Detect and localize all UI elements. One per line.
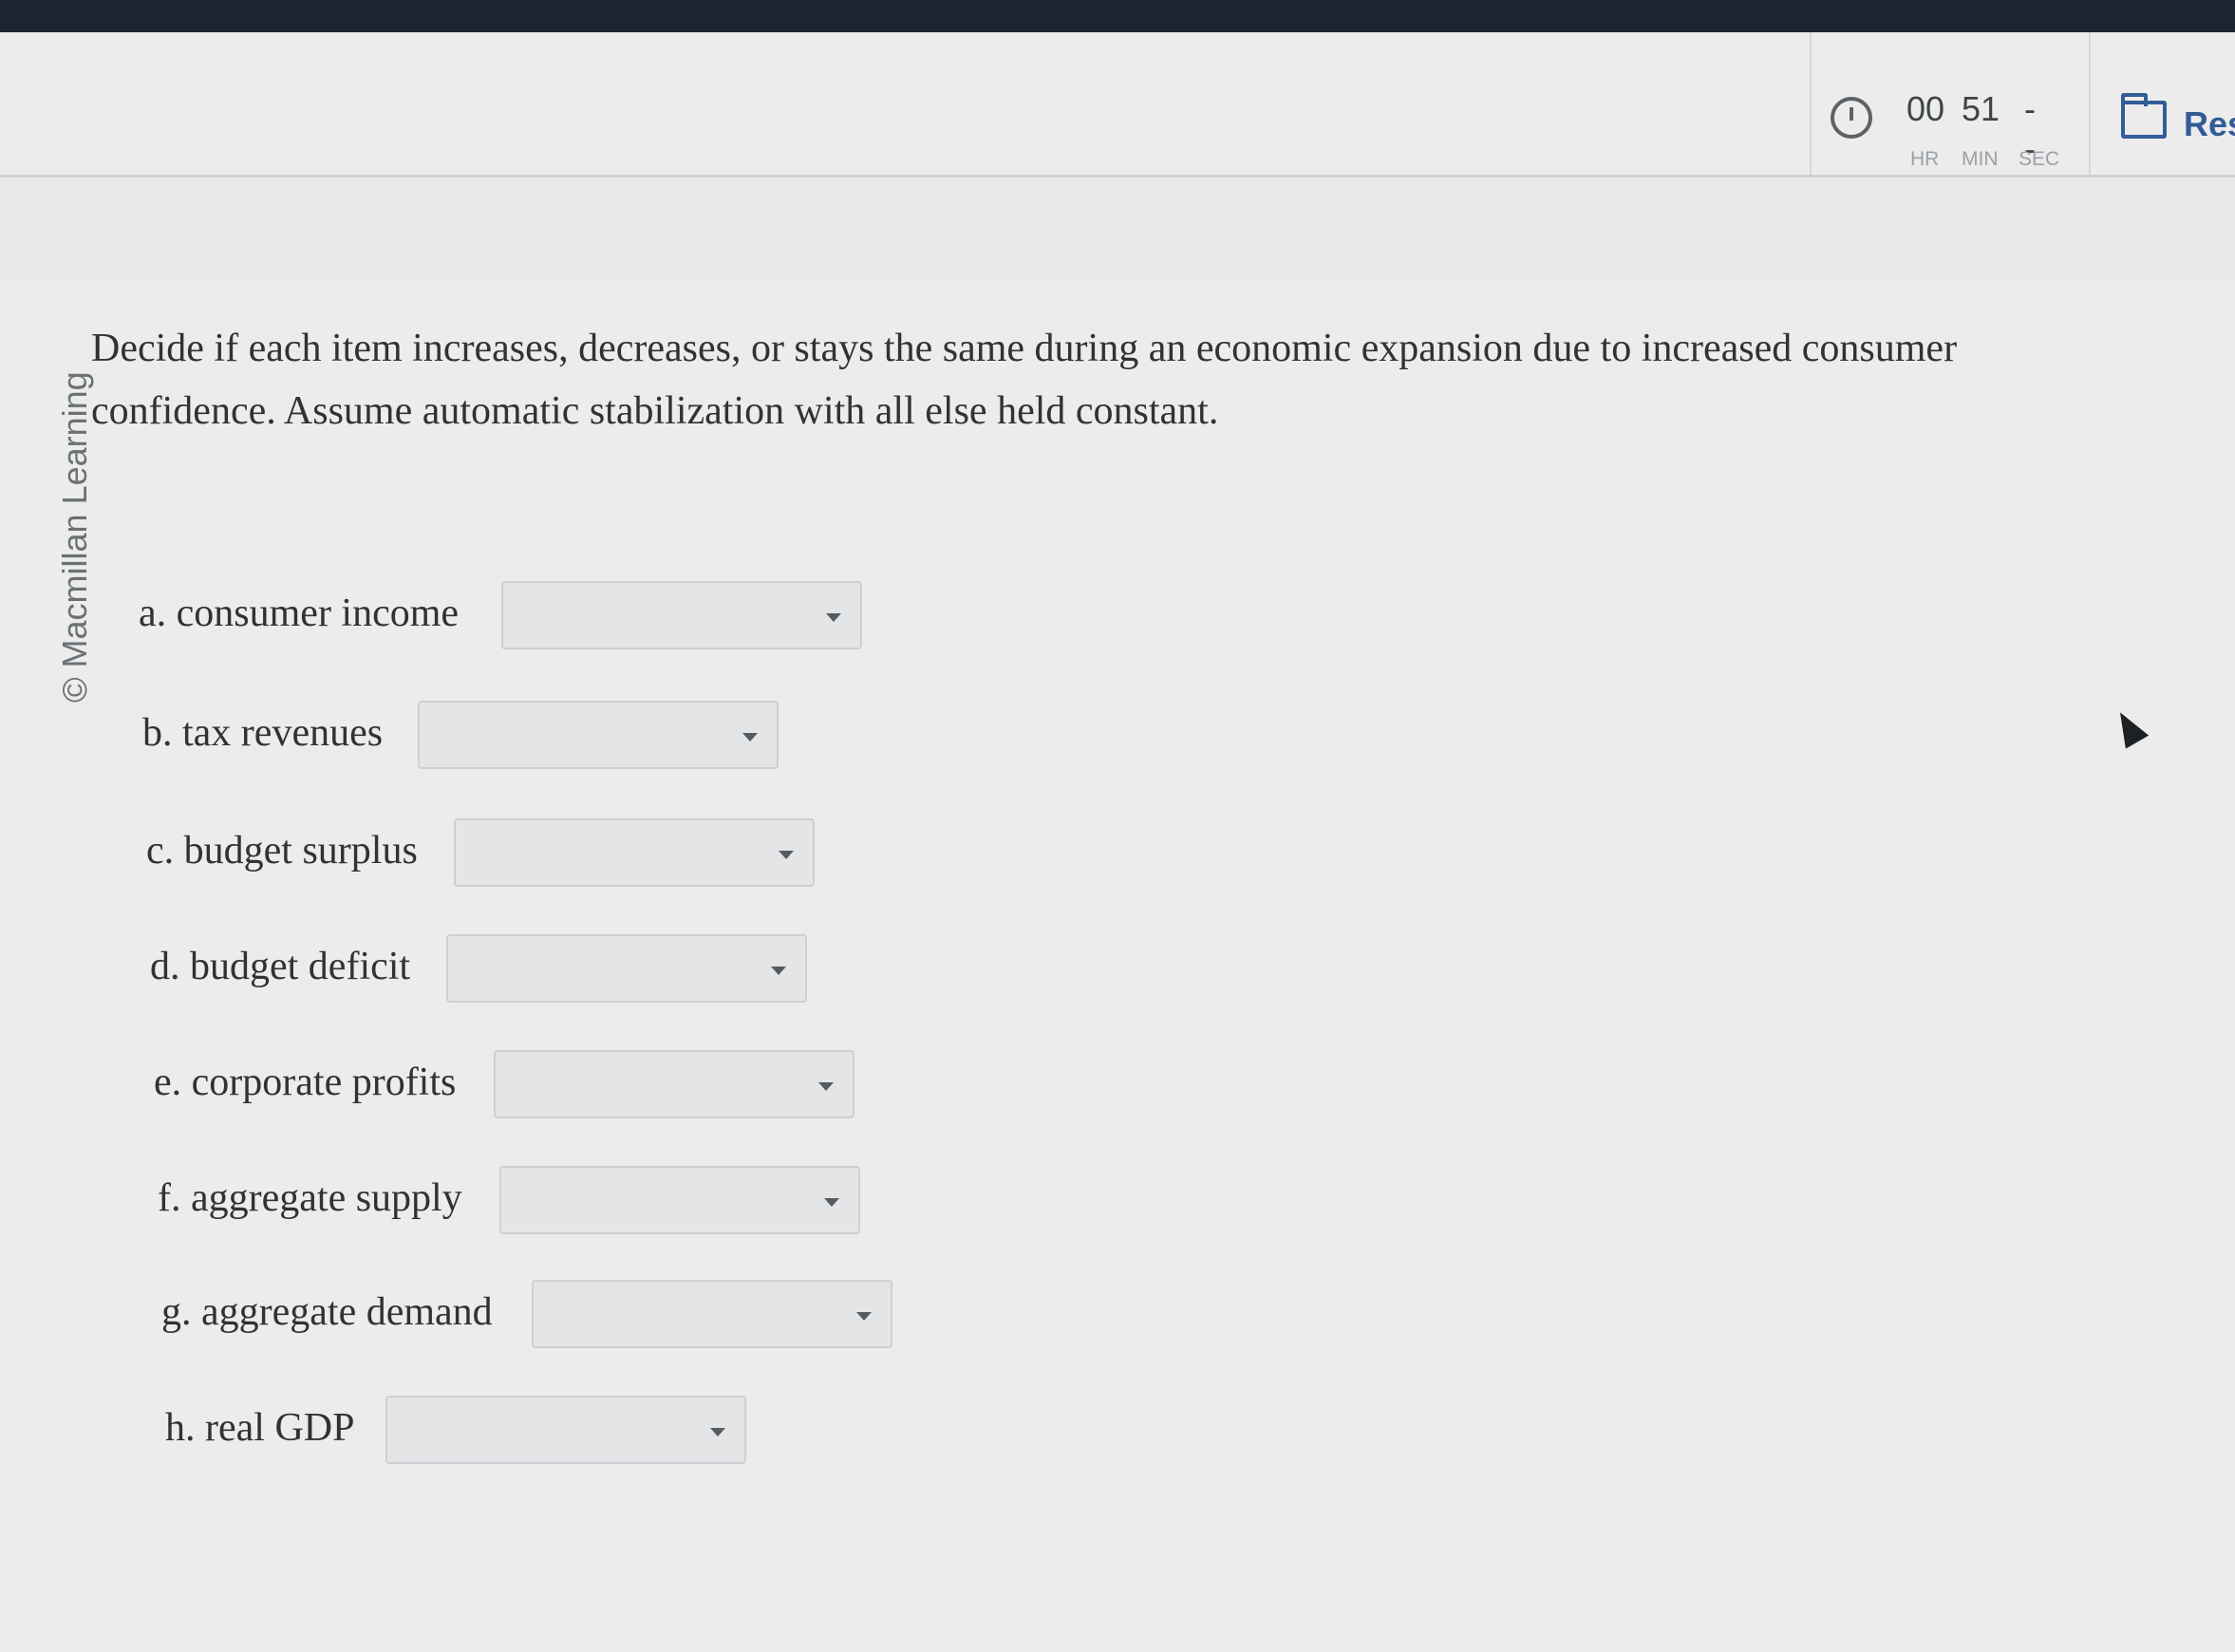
chevron-down-icon <box>824 1198 839 1207</box>
timer-minutes: 51 <box>1962 89 2000 128</box>
consumer-income-dropdown[interactable] <box>501 581 862 649</box>
item-label: f. aggregate supply <box>158 1176 462 1220</box>
chevron-down-icon <box>710 1428 725 1436</box>
item-label: h. real GDP <box>165 1406 355 1450</box>
folder-icon[interactable] <box>2121 93 2167 139</box>
question-text: Decide if each item increases, decreases… <box>91 327 1958 433</box>
item-label: b. tax revenues <box>142 711 384 755</box>
item-label: a. consumer income <box>139 591 460 635</box>
resources-link[interactable]: Res <box>2184 104 2235 144</box>
budget-surplus-dropdown[interactable] <box>454 818 815 887</box>
aggregate-supply-dropdown[interactable] <box>499 1166 860 1234</box>
window-top-band <box>0 0 2235 32</box>
copyright-watermark: © Macmillan Learning <box>55 371 94 703</box>
item-label: e. corporate profits <box>154 1061 457 1104</box>
chevron-down-icon <box>779 851 794 859</box>
budget-deficit-dropdown[interactable] <box>446 934 807 1003</box>
chevron-down-icon <box>742 733 758 742</box>
header-divider-right <box>2089 32 2091 175</box>
timer-hours-label: HR <box>1910 148 1940 170</box>
item-label: d. budget deficit <box>150 945 411 988</box>
chevron-down-icon <box>826 613 841 622</box>
header-divider-left <box>1810 32 1812 175</box>
clock-icon <box>1831 97 1872 139</box>
tax-revenues-dropdown[interactable] <box>418 701 779 769</box>
timer-seconds-label: SEC <box>2019 148 2060 170</box>
item-label: g. aggregate demand <box>161 1290 493 1334</box>
chevron-down-icon <box>771 967 786 975</box>
chevron-down-icon <box>856 1312 872 1321</box>
header-bar: 00 51 -- HR MIN SEC Res <box>0 32 2235 178</box>
chevron-down-icon <box>818 1082 834 1091</box>
real-gdp-dropdown[interactable] <box>385 1396 746 1464</box>
item-label: c. budget surplus <box>146 829 418 873</box>
timer-hours: 00 <box>1906 89 1945 128</box>
timer-minutes-label: MIN <box>1962 148 1999 170</box>
corporate-profits-dropdown[interactable] <box>494 1050 855 1118</box>
aggregate-demand-dropdown[interactable] <box>532 1280 892 1348</box>
